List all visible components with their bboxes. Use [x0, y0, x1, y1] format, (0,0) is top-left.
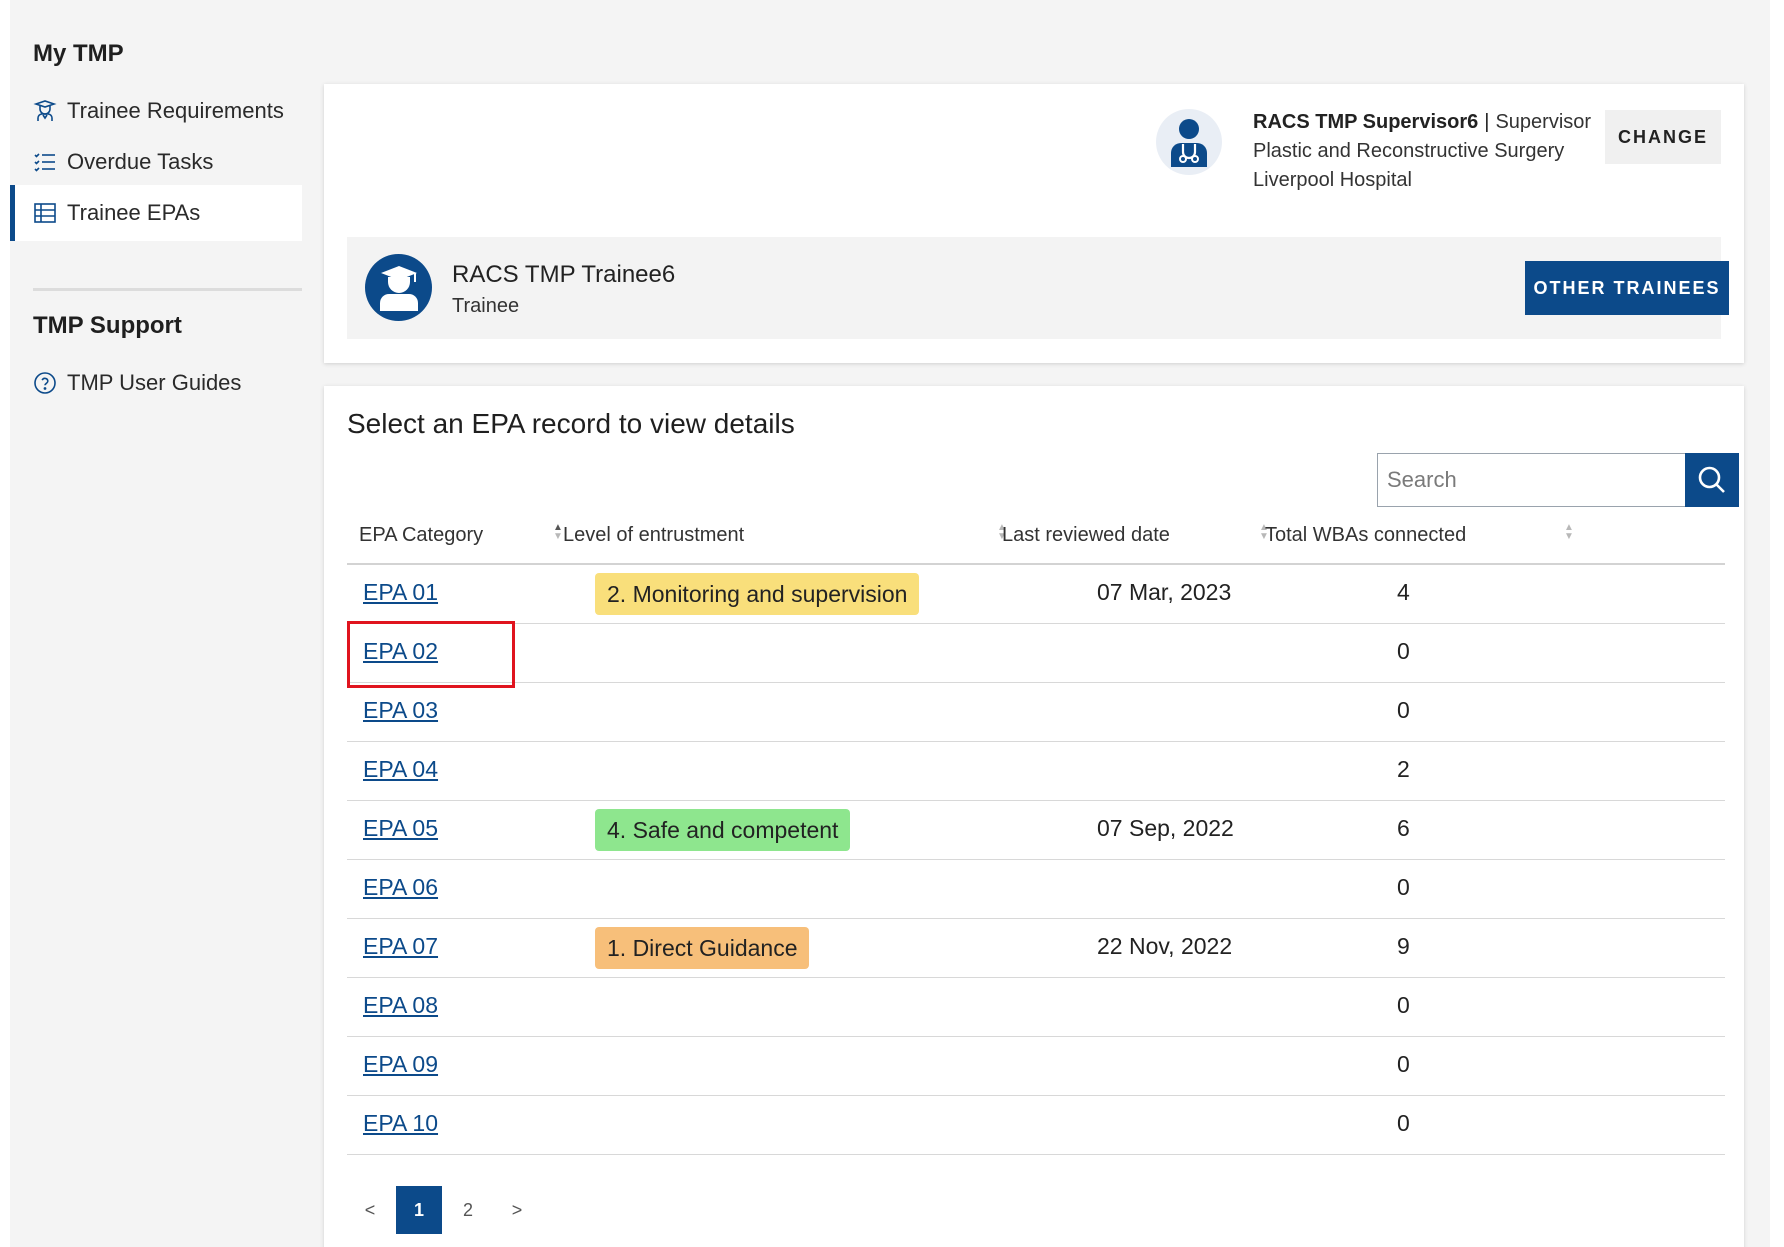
other-trainees-button[interactable]: OTHER TRAINEES: [1525, 261, 1729, 315]
table-body: EPA 01 2. Monitoring and supervision 07 Ma…: [347, 565, 1725, 1155]
sidebar-heading-my-tmp: My TMP: [33, 40, 124, 67]
total-wbas: 2: [1397, 756, 1410, 782]
sort-icon[interactable]: ▲ ▼: [1564, 523, 1574, 542]
epa-link[interactable]: EPA 03: [363, 697, 438, 724]
last-reviewed-date: 22 Nov, 2022: [1097, 933, 1233, 959]
change-button[interactable]: CHANGE: [1605, 110, 1721, 164]
checklist-icon: [33, 150, 57, 174]
total-wbas: 6: [1397, 815, 1410, 841]
column-header-total-wbas[interactable]: Total WBAs connected: [1265, 524, 1466, 547]
table-row[interactable]: EPA 09 0: [347, 1037, 1725, 1096]
table-row[interactable]: EPA 05 4. Safe and competent 07 Sep, 2022 6: [347, 801, 1725, 860]
column-header-last-reviewed-date[interactable]: Last reviewed date: [1002, 524, 1170, 547]
total-wbas: 0: [1397, 1110, 1410, 1136]
sidebar-item-overdue-tasks[interactable]: Overdue Tasks: [10, 134, 302, 190]
table-row[interactable]: EPA 08 0: [347, 978, 1725, 1037]
sidebar-item-label: Trainee EPAs: [67, 200, 201, 225]
sidebar-item-trainee-requirements[interactable]: Trainee Requirements: [10, 83, 302, 139]
epa-link[interactable]: EPA 05: [363, 815, 438, 842]
table-row[interactable]: EPA 01 2. Monitoring and supervision 07 Ma…: [347, 565, 1725, 624]
epa-table: EPA Category ▲ ▼ Level of entrustment ▲ ▼ …: [347, 516, 1725, 1155]
sort-icon[interactable]: ▲ ▼: [553, 523, 563, 542]
supervisor-info: RACS TMP Supervisor6 | Supervisor Plastic …: [1253, 108, 1591, 195]
epa-link[interactable]: EPA 10: [363, 1110, 438, 1137]
supervisor-specialty: Plastic and Reconstructive Surgery: [1253, 140, 1565, 162]
entrustment-badge: 2. Monitoring and supervision: [595, 573, 920, 615]
page-title: Select an EPA record to view details: [347, 408, 795, 439]
pagination-page-2[interactable]: 2: [445, 1186, 491, 1234]
entrustment-badge: 1. Direct Guidance: [595, 927, 810, 969]
total-wbas: 9: [1397, 933, 1410, 959]
trainee-role: Trainee: [452, 295, 520, 317]
search-input[interactable]: [1377, 453, 1685, 507]
supervisor-hospital: Liverpool Hospital: [1253, 169, 1412, 191]
sidebar-divider: [33, 288, 302, 291]
table-row[interactable]: EPA 02 0: [347, 624, 1725, 683]
column-header-epa-category[interactable]: EPA Category: [359, 524, 483, 547]
supervisor-name: RACS TMP Supervisor6: [1253, 111, 1479, 133]
table-icon: [33, 201, 57, 225]
total-wbas: 0: [1397, 1051, 1410, 1077]
epa-link[interactable]: EPA 08: [363, 992, 438, 1019]
epa-link[interactable]: EPA 06: [363, 874, 438, 901]
search-bar: [1377, 453, 1739, 507]
search-button[interactable]: [1685, 453, 1739, 507]
pagination-next[interactable]: >: [494, 1186, 540, 1234]
total-wbas: 0: [1397, 697, 1410, 723]
table-row[interactable]: EPA 06 0: [347, 860, 1725, 919]
page-background: My TMP Trainee Requirements Overdue Task…: [10, 0, 1770, 1247]
entrustment-badge: 4. Safe and competent: [595, 809, 851, 851]
epa-link[interactable]: EPA 07: [363, 933, 438, 960]
table-row[interactable]: EPA 07 1. Direct Guidance 22 Nov, 2022 9: [347, 919, 1725, 978]
epa-link[interactable]: EPA 04: [363, 756, 438, 783]
sidebar-item-user-guides[interactable]: TMP User Guides: [10, 355, 302, 411]
epa-link[interactable]: EPA 01: [363, 579, 438, 606]
search-icon: [1697, 465, 1727, 495]
sidebar-heading-tmp-support: TMP Support: [33, 312, 182, 339]
total-wbas: 0: [1397, 992, 1410, 1018]
pagination: < 1 2 >: [347, 1186, 543, 1234]
supervisor-avatar-icon: [1156, 109, 1222, 175]
column-header-level-of-entrustment[interactable]: Level of entrustment: [563, 524, 744, 547]
epa-link[interactable]: EPA 09: [363, 1051, 438, 1078]
trainee-avatar-icon: [365, 254, 432, 321]
table-row[interactable]: EPA 04 2: [347, 742, 1725, 801]
sidebar-item-trainee-epas[interactable]: Trainee EPAs: [10, 185, 302, 241]
epa-link[interactable]: EPA 02: [363, 638, 438, 665]
total-wbas: 0: [1397, 638, 1410, 664]
table-header: EPA Category ▲ ▼ Level of entrustment ▲ ▼ …: [347, 516, 1725, 565]
supervisor-role: Supervisor: [1495, 111, 1592, 133]
sidebar-item-label: TMP User Guides: [67, 370, 242, 395]
total-wbas: 4: [1397, 579, 1410, 605]
pagination-prev[interactable]: <: [347, 1186, 393, 1234]
last-reviewed-date: 07 Mar, 2023: [1097, 579, 1232, 605]
trainee-panel: RACS TMP Trainee6 Trainee OTHER TRAINEES: [347, 237, 1729, 339]
table-row[interactable]: EPA 03 0: [347, 683, 1725, 742]
last-reviewed-date: 07 Sep, 2022: [1097, 815, 1234, 841]
graduate-icon: [33, 99, 57, 123]
total-wbas: 0: [1397, 874, 1410, 900]
user-context-card: RACS TMP Supervisor6 | Supervisor Plastic …: [324, 84, 1744, 363]
pagination-page-1[interactable]: 1: [396, 1186, 442, 1234]
trainee-name: RACS TMP Trainee6: [452, 261, 676, 288]
table-row[interactable]: EPA 10 0: [347, 1096, 1725, 1155]
sidebar-item-label: Trainee Requirements: [67, 98, 284, 123]
sidebar-item-label: Overdue Tasks: [67, 149, 214, 174]
supervisor-separator: |: [1484, 111, 1490, 133]
help-circle-icon: [33, 371, 57, 395]
epa-records-card: Select an EPA record to view details EPA…: [324, 386, 1744, 1247]
